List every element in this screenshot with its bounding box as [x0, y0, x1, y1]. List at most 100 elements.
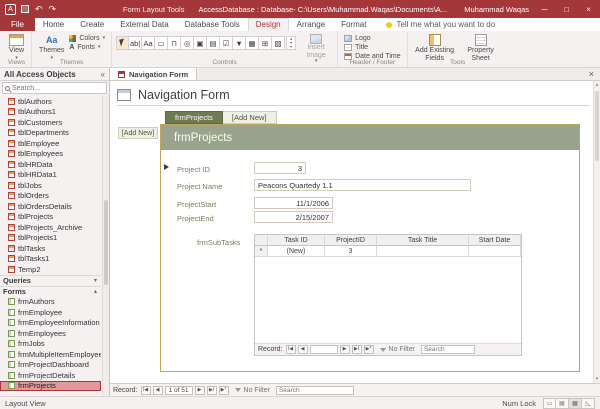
gallery-more-icon[interactable]: ▾ — [287, 45, 295, 49]
sidebar-item-temp2[interactable]: Temp2 — [0, 264, 101, 275]
cell-task-title[interactable] — [377, 246, 469, 257]
sidebar-item-tbltasks[interactable]: tblTasks — [0, 243, 101, 254]
text-box-control-icon[interactable]: ab| — [129, 36, 142, 50]
new-record-button[interactable]: ▶* — [364, 345, 374, 354]
sidebar-item-frmemployees[interactable]: frmEmployees — [0, 328, 101, 339]
no-filter-indicator[interactable]: No Filter — [389, 346, 415, 353]
sidebar-item-tbltasks1[interactable]: tblTasks1 — [0, 254, 101, 265]
cell-start-date[interactable] — [469, 246, 521, 257]
tab-navigation-form[interactable]: Navigation Form — [110, 68, 197, 80]
new-record-button[interactable]: ▶* — [219, 386, 229, 395]
sidebar-item-tbljobs[interactable]: tblJobs — [0, 180, 101, 191]
sidebar-item-frmprojectdashboard[interactable]: frmProjectDashboard — [0, 360, 101, 371]
sidebar-item-tblorders[interactable]: tblOrders — [0, 191, 101, 202]
sidebar-item-tblprojects1[interactable]: tblProjects1 — [0, 233, 101, 244]
undo-icon[interactable]: ↶ — [35, 5, 43, 14]
logo-button[interactable]: Logo — [342, 35, 403, 42]
subform-new-row[interactable]: * (New) 3 — [255, 246, 521, 257]
sidebar-item-frmmultipleitememployee[interactable]: frmMultipleItemEmployee — [0, 349, 101, 360]
cell-task-id[interactable]: (New) — [268, 246, 325, 257]
record-position-box[interactable] — [310, 345, 338, 354]
sidebar-item-tblauthors[interactable]: tblAuthors — [0, 96, 101, 107]
fonts-button[interactable]: A Fonts ▾ — [67, 44, 107, 51]
tab-control-icon[interactable]: ⊓ — [168, 36, 181, 50]
projectend-field[interactable]: 2/15/2007 — [254, 211, 333, 223]
scroll-up-icon[interactable]: ▴ — [594, 82, 600, 88]
first-record-button[interactable]: I◀ — [141, 386, 151, 395]
nav-search-box[interactable] — [2, 82, 107, 94]
tab-create[interactable]: Create — [72, 18, 112, 31]
subform-search-box[interactable] — [421, 345, 475, 354]
tab-arrange[interactable]: Arrange — [289, 18, 333, 31]
navigation-control-icon[interactable]: ▤ — [207, 36, 220, 50]
sidebar-item-tblauthors1[interactable]: tblAuthors1 — [0, 107, 101, 118]
subform-frmsubtasks[interactable]: Task ID ProjectID Task Title Start Date … — [254, 234, 522, 356]
form-view-button[interactable]: ▭ — [543, 398, 556, 409]
record-selector-icon[interactable] — [164, 164, 169, 170]
sidebar-item-tblemployees[interactable]: tblEmployees — [0, 149, 101, 160]
redo-icon[interactable]: ↷ — [49, 5, 57, 14]
sidebar-item-frmjobs[interactable]: frmJobs — [0, 339, 101, 350]
label-control-icon[interactable]: Aa — [142, 36, 155, 50]
sidebar-item-tbldepartments[interactable]: tblDepartments — [0, 128, 101, 139]
nav-pane-header[interactable]: All Access Objects « — [0, 68, 109, 81]
subform-search-input[interactable] — [424, 346, 472, 353]
list-box-control-icon[interactable]: ▦ — [246, 36, 259, 50]
hyperlink-control-icon[interactable]: ◎ — [181, 36, 194, 50]
user-name[interactable]: Muhammad Waqas — [464, 5, 529, 14]
maximize-icon[interactable]: □ — [560, 5, 573, 14]
column-header-task-id[interactable]: Task ID — [268, 235, 325, 246]
navtab-left-add-new[interactable]: [Add New] — [118, 127, 158, 139]
sidebar-item-tblhrdata[interactable]: tblHRData — [0, 159, 101, 170]
document-scrollbar[interactable]: ▴ ▾ — [593, 81, 600, 383]
sidebar-item-tblordersdetails[interactable]: tblOrdersDetails — [0, 201, 101, 212]
sidebar-section-forms[interactable]: Forms▴ — [0, 286, 101, 297]
next-record-button[interactable]: ▶ — [340, 345, 350, 354]
close-icon[interactable]: × — [582, 5, 595, 14]
column-header-projectid[interactable]: ProjectID — [325, 235, 377, 246]
sidebar-item-frmemployee[interactable]: frmEmployee — [0, 307, 101, 318]
sidebar-scrollbar[interactable] — [102, 95, 109, 396]
column-header-start-date[interactable]: Start Date — [469, 235, 521, 246]
themes-button[interactable]: Aa Themes ▾ — [36, 33, 67, 62]
sidebar-item-frmauthors[interactable]: frmAuthors — [0, 297, 101, 308]
previous-record-button[interactable]: ◀ — [298, 345, 308, 354]
sidebar-item-tblcustomers[interactable]: tblCustomers — [0, 117, 101, 128]
sidebar-item-tblprojects-archive[interactable]: tblProjects_Archive — [0, 222, 101, 233]
tab-format[interactable]: Format — [333, 18, 374, 31]
project-id-field[interactable]: 3 — [254, 162, 306, 174]
minimize-icon[interactable]: ─ — [538, 5, 551, 14]
button-control-icon[interactable]: ▭ — [155, 36, 168, 50]
last-record-button[interactable]: ▶I — [207, 386, 217, 395]
design-view-button[interactable]: ◺ — [582, 398, 595, 409]
title-button[interactable]: Title — [342, 44, 403, 51]
navtab-add-new[interactable]: [Add New] — [223, 111, 277, 124]
sidebar-item-frmprojects[interactable]: frmProjects — [0, 381, 101, 392]
tab-database-tools[interactable]: Database Tools — [177, 18, 248, 31]
nav-search-input[interactable] — [10, 85, 106, 92]
sidebar-item-tblprojects[interactable]: tblProjects — [0, 212, 101, 223]
sidebar-item-tblhrdata1[interactable]: tblHRData1 — [0, 170, 101, 181]
datasheet-view-button[interactable]: ▤ — [556, 398, 569, 409]
controls-gallery-scrollbar[interactable]: ▴ ▾ ▾ — [286, 36, 296, 50]
check-box-control-icon[interactable]: ☑ — [220, 36, 233, 50]
sidebar-section-queries[interactable]: Queries▾ — [0, 275, 101, 286]
layout-view-button[interactable]: ▦ — [569, 398, 582, 409]
record-search-input[interactable] — [279, 387, 351, 394]
no-filter-indicator[interactable]: No Filter — [244, 387, 270, 394]
first-record-button[interactable]: I◀ — [286, 345, 296, 354]
tab-home[interactable]: Home — [35, 18, 72, 31]
view-button[interactable]: View ▾ — [6, 33, 27, 62]
scrollbar-thumb[interactable] — [595, 91, 599, 161]
save-icon[interactable] — [21, 5, 29, 13]
tab-design[interactable]: Design — [248, 18, 289, 31]
column-header-task-title[interactable]: Task Title — [377, 235, 469, 246]
image-control-icon[interactable]: ▨ — [272, 36, 285, 50]
navtab-frmprojects[interactable]: frmProjects — [165, 111, 223, 124]
select-all-cell[interactable] — [255, 235, 268, 246]
combo-box-control-icon[interactable]: ▼ — [233, 36, 246, 50]
new-row-selector[interactable]: * — [255, 246, 268, 257]
tab-external-data[interactable]: External Data — [112, 18, 176, 31]
tab-file[interactable]: File — [0, 18, 35, 31]
web-browser-control-icon[interactable]: ▣ — [194, 36, 207, 50]
